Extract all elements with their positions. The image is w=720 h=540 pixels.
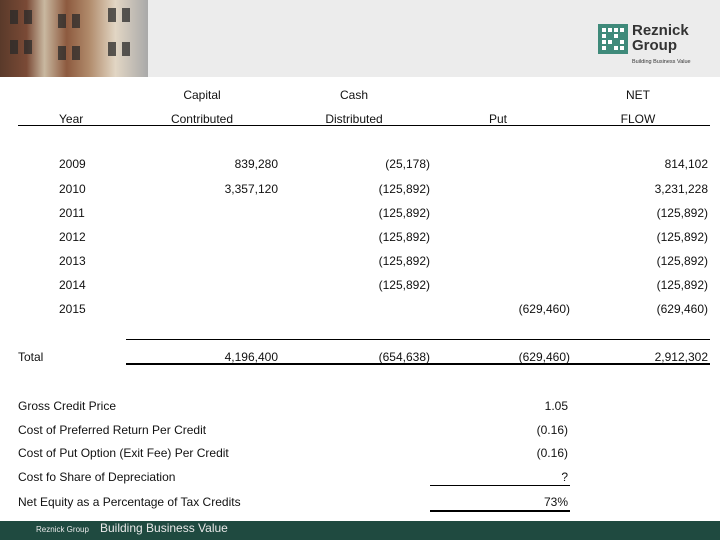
cell-distributed: (25,178) — [385, 157, 430, 171]
summary-label: Cost of Preferred Return Per Credit — [18, 423, 207, 437]
footer-tagline: Building Business Value — [100, 521, 228, 535]
total-bottom-rule — [126, 363, 710, 365]
cell-flow: 814,102 — [664, 157, 708, 171]
header-flow: FLOW — [620, 112, 656, 126]
cell-flow: 3,231,228 — [654, 182, 708, 196]
header-cash: Cash — [339, 88, 368, 102]
cell-year: 2010 — [59, 182, 86, 196]
cell-distributed: (125,892) — [378, 278, 430, 292]
cell-year: 2012 — [59, 230, 86, 244]
cell-put: (629,460) — [518, 302, 570, 316]
header-band: Reznick Group Building Business Value — [0, 0, 720, 77]
total-put: (629,460) — [518, 350, 570, 364]
cell-year: 2009 — [59, 157, 86, 171]
header-net: NET — [626, 88, 650, 102]
cell-distributed: (125,892) — [378, 230, 430, 244]
cell-year: 2013 — [59, 254, 86, 268]
cell-distributed: (125,892) — [378, 182, 430, 196]
cell-distributed: (125,892) — [378, 254, 430, 268]
cell-flow: (125,892) — [656, 230, 708, 244]
total-top-rule — [126, 339, 710, 340]
cell-year: 2015 — [59, 302, 86, 316]
summary-subtotal-rule — [430, 485, 570, 486]
logo-name: Reznick Group — [632, 22, 689, 54]
cell-contributed: 839,280 — [234, 157, 278, 171]
footer-bar: Reznick Group Building Business Value — [0, 521, 720, 540]
cell-flow: (125,892) — [656, 254, 708, 268]
cell-flow: (125,892) — [656, 206, 708, 220]
header-put: Put — [488, 112, 507, 126]
summary-value: (0.16) — [536, 446, 568, 460]
summary-value: (0.16) — [536, 423, 568, 437]
building-photo — [0, 0, 148, 77]
footer-brand: Reznick Group — [36, 525, 89, 534]
header-contributed: Contributed — [170, 112, 234, 126]
summary-label: Cost of Put Option (Exit Fee) Per Credit — [18, 446, 229, 460]
summary-value: ? — [561, 470, 568, 484]
total-contributed: 4,196,400 — [224, 350, 278, 364]
total-distributed: (654,638) — [378, 350, 430, 364]
logo-tagline: Building Business Value — [632, 59, 691, 65]
summary-value: 73% — [543, 495, 568, 509]
total-label: Total — [18, 350, 44, 364]
header-year: Year — [59, 112, 84, 126]
logo-mark-icon — [598, 24, 628, 54]
total-flow: 2,912,302 — [654, 350, 708, 364]
cell-flow: (629,460) — [656, 302, 708, 316]
summary-total-rule — [430, 510, 570, 512]
cell-distributed: (125,892) — [378, 206, 430, 220]
cell-contributed: 3,357,120 — [224, 182, 278, 196]
cell-year: 2014 — [59, 278, 86, 292]
summary-label: Gross Credit Price — [18, 399, 117, 413]
cell-year: 2011 — [59, 206, 85, 220]
summary-label: Net Equity as a Percentage of Tax Credit… — [18, 495, 241, 509]
summary-value: 1.05 — [544, 399, 568, 413]
cell-flow: (125,892) — [656, 278, 708, 292]
header-capital: Capital — [183, 88, 221, 102]
summary-label: Cost fo Share of Depreciation — [18, 470, 176, 484]
company-logo: Reznick Group Building Business Value — [598, 22, 698, 70]
header-rule — [18, 125, 710, 126]
header-distributed: Distributed — [325, 112, 383, 126]
